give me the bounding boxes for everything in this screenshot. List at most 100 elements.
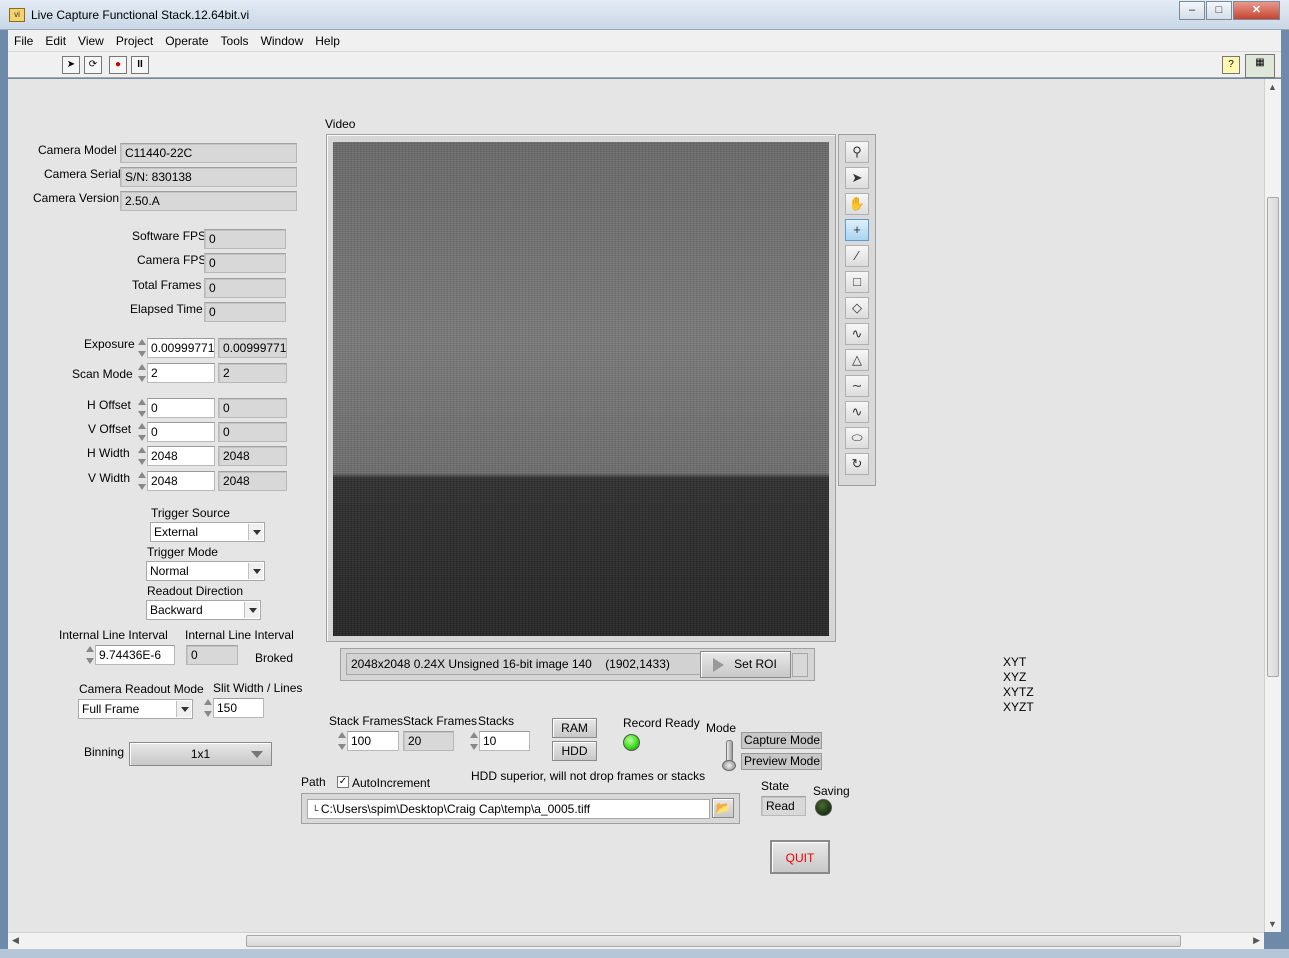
maximize-button[interactable]: □ (1206, 1, 1232, 20)
h-offset-spinner[interactable] (137, 398, 146, 418)
menu-view[interactable]: View (72, 30, 110, 52)
menu-help[interactable]: Help (309, 30, 346, 52)
camera-fps-indicator: 0 (204, 253, 286, 273)
freehand-tool-icon[interactable]: ∿ (845, 401, 869, 423)
mode-toggle-switch[interactable] (719, 740, 739, 772)
ram-button[interactable]: RAM (552, 718, 597, 738)
zoom-icon[interactable]: ⚲ (845, 141, 869, 163)
exposure-spinner[interactable] (137, 338, 146, 358)
internal-line-interval-label: Internal Line Interval (59, 628, 168, 642)
stacks-spinner[interactable] (469, 731, 478, 751)
pointer-icon[interactable]: ➤ (845, 167, 869, 189)
h-offset-input[interactable]: 0 (147, 398, 215, 418)
video-label: Video (325, 117, 356, 131)
chevron-down-icon (176, 701, 191, 717)
total-frames-indicator: 0 (204, 278, 286, 298)
vertical-scroll-thumb[interactable] (1267, 197, 1279, 677)
camera-readout-mode-dropdown[interactable]: Full Frame (78, 699, 193, 719)
preview-mode-option[interactable]: Preview Mode (741, 753, 822, 770)
horizontal-scroll-thumb[interactable] (246, 935, 1181, 947)
stack-frames-spinner[interactable] (337, 731, 346, 751)
menu-operate[interactable]: Operate (159, 30, 214, 52)
folder-browse-icon[interactable]: 📂 (712, 798, 734, 818)
v-offset-label: V Offset (88, 422, 132, 436)
quit-button[interactable]: QUIT (770, 840, 830, 874)
menu-edit[interactable]: Edit (39, 30, 72, 52)
trigger-source-dropdown[interactable]: External (150, 522, 265, 542)
exposure-input[interactable]: 0.00999771 (147, 338, 215, 358)
trigger-mode-dropdown[interactable]: Normal (146, 561, 265, 581)
broked-label: Broked (255, 651, 294, 665)
line-tool-icon[interactable]: ∕ (845, 245, 869, 267)
labview-app-icon: vi (9, 8, 25, 22)
trigger-source-label: Trigger Source (151, 506, 230, 520)
h-offset-label: H Offset (87, 398, 131, 412)
scan-mode-input[interactable]: 2 (147, 363, 215, 383)
polygon-tool-icon[interactable]: △ (845, 349, 869, 371)
line-interval-input[interactable]: 9.74436E-6 (95, 645, 175, 665)
close-button[interactable]: ✕ (1233, 1, 1280, 20)
help-icon[interactable]: ? (1222, 56, 1240, 74)
image-noise-overlay (333, 142, 829, 636)
binning-selector[interactable]: 1x1 (129, 742, 272, 766)
chevron-down-icon (244, 602, 259, 618)
path-input[interactable]: └ C:\Users\spim\Desktop\Craig Cap\temp\a… (307, 799, 710, 819)
capture-mode-option[interactable]: Capture Mode (741, 732, 822, 749)
window-title: Live Capture Functional Stack.12.64bit.v… (31, 8, 250, 22)
scan-mode-spinner[interactable] (137, 363, 146, 383)
oval-tool-icon[interactable]: ⬭ (845, 427, 869, 449)
line-interval-spinner[interactable] (85, 645, 94, 665)
annulus-tool-icon[interactable]: ↻ (845, 453, 869, 475)
scroll-down-icon[interactable]: ▼ (1268, 919, 1277, 929)
run-arrow-icon[interactable]: ➤ (62, 56, 80, 74)
trigger-mode-label: Trigger Mode (147, 545, 218, 559)
path-label: Path (301, 775, 326, 789)
title-bar: vi Live Capture Functional Stack.12.64bi… (0, 0, 1289, 30)
stack-frames-input[interactable]: 100 (347, 731, 399, 751)
trigger-mode-value: Normal (150, 564, 189, 578)
hdd-button[interactable]: HDD (552, 741, 597, 761)
slit-width-spinner[interactable] (203, 698, 212, 718)
minimize-button[interactable]: – (1179, 1, 1205, 20)
binning-value: 1x1 (190, 747, 211, 761)
menu-file[interactable]: File (8, 30, 39, 52)
menu-tools[interactable]: Tools (215, 30, 255, 52)
dim-xyzt: XYZT (1003, 700, 1034, 714)
scan-mode-actual-indicator: 2 (218, 363, 287, 383)
h-width-spinner[interactable] (137, 446, 146, 466)
camera-fps-label: Camera FPS (137, 253, 207, 267)
pause-icon[interactable]: II (131, 56, 149, 74)
freeline-tool-icon[interactable]: ∼ (845, 375, 869, 397)
dim-xytz: XYTZ (1003, 685, 1034, 699)
v-width-spinner[interactable] (137, 471, 146, 491)
polyline-tool-icon[interactable]: ∿ (845, 323, 869, 345)
internal-line-interval-actual-label: Internal Line Interval (185, 628, 294, 642)
scroll-left-icon[interactable]: ◀ (12, 935, 19, 946)
menu-project[interactable]: Project (110, 30, 159, 52)
stacks-input[interactable]: 10 (479, 731, 530, 751)
dim-xyz: XYZ (1003, 670, 1027, 684)
scroll-up-icon[interactable]: ▲ (1268, 82, 1277, 92)
abort-icon[interactable]: ● (109, 56, 127, 74)
set-roi-button[interactable]: Set ROI (700, 651, 791, 678)
vertical-scrollbar[interactable]: ▲ ▼ (1264, 79, 1281, 932)
crosshair-icon[interactable]: + (845, 219, 869, 241)
autoincrement-checkbox[interactable]: ✓ (337, 776, 349, 788)
h-width-actual-indicator: 2048 (218, 446, 287, 466)
readout-direction-dropdown[interactable]: Backward (146, 600, 261, 620)
triangle-down-icon (251, 751, 263, 758)
pan-hand-icon[interactable]: ✋ (845, 193, 869, 215)
menu-window[interactable]: Window (255, 30, 310, 52)
h-width-input[interactable]: 2048 (147, 446, 215, 466)
horizontal-scrollbar[interactable]: ◀ ▶ (8, 932, 1264, 949)
slit-width-input[interactable]: 150 (213, 698, 264, 718)
rectangle-tool-icon[interactable]: □ (845, 271, 869, 293)
v-offset-input[interactable]: 0 (147, 422, 215, 442)
record-ready-label: Record Ready (623, 716, 700, 730)
scroll-right-icon[interactable]: ▶ (1253, 935, 1260, 946)
v-offset-spinner[interactable] (137, 422, 146, 442)
run-continuously-icon[interactable]: ⟳ (84, 56, 102, 74)
software-fps-indicator: 0 (204, 229, 286, 249)
rotated-rect-tool-icon[interactable]: ◇ (845, 297, 869, 319)
v-width-input[interactable]: 2048 (147, 471, 215, 491)
